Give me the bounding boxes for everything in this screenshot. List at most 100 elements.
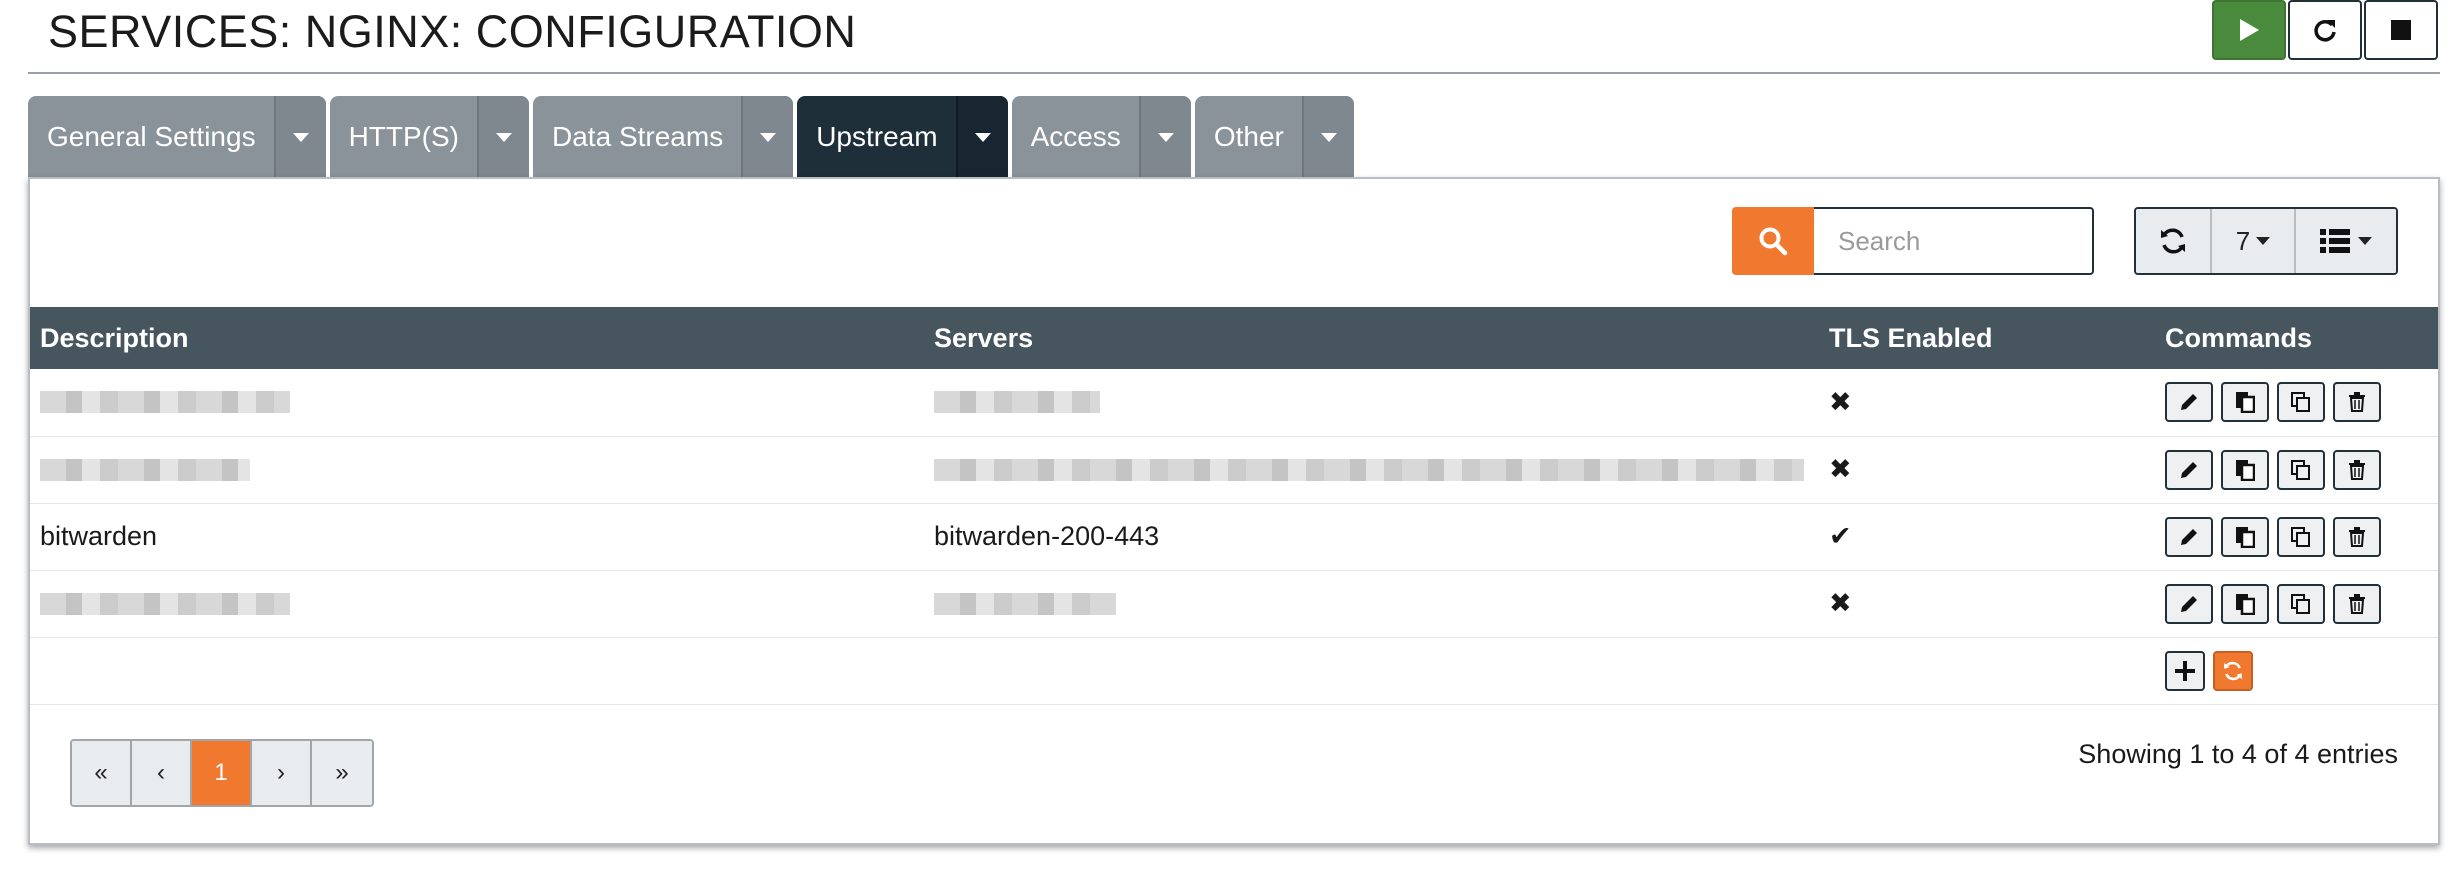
- start-service-button[interactable]: [2212, 0, 2286, 60]
- cell-servers: [924, 436, 1819, 503]
- trash-icon: [2349, 526, 2365, 547]
- copy-icon: [2291, 459, 2310, 480]
- delete-button[interactable]: [2333, 449, 2381, 490]
- tab-general-settings[interactable]: General Settings: [28, 96, 326, 178]
- pencil-icon: [2181, 394, 2197, 411]
- tab-other[interactable]: Other: [1194, 96, 1354, 178]
- refresh-button[interactable]: [2136, 209, 2212, 273]
- clone-button[interactable]: [2221, 382, 2269, 423]
- empty-cell: [924, 637, 1819, 704]
- paste-icon: [2236, 526, 2255, 548]
- cell-description: bitwarden: [40, 521, 158, 551]
- refresh-icon: [2224, 661, 2242, 680]
- table-row[interactable]: ✖: [30, 570, 2438, 637]
- trash-icon: [2349, 459, 2365, 480]
- cell-table-actions: [2155, 637, 2438, 704]
- tab-dropdown-toggle[interactable]: [955, 96, 1008, 178]
- search-button[interactable]: [1732, 207, 1814, 275]
- page-title: SERVICES: NGINX: CONFIGURATION: [48, 6, 857, 57]
- column-header-tls-enabled[interactable]: TLS Enabled: [1819, 307, 2155, 369]
- tab-label: Access: [1030, 121, 1121, 152]
- paste-icon: [2236, 459, 2255, 481]
- empty-cell: [1819, 637, 2155, 704]
- search-input[interactable]: [1814, 207, 2094, 275]
- rows-per-page-dropdown[interactable]: 7: [2212, 209, 2296, 273]
- refresh-icon: [2161, 228, 2185, 254]
- upstream-table: Description Servers TLS Enabled Commands…: [30, 307, 2438, 705]
- cell-commands: [2155, 369, 2438, 436]
- caret-down-icon: [760, 132, 777, 142]
- add-button[interactable]: [2165, 650, 2205, 691]
- redacted-text: [934, 391, 1100, 414]
- delete-button[interactable]: [2333, 583, 2381, 624]
- tab-dropdown-toggle[interactable]: [477, 96, 530, 178]
- delete-button[interactable]: [2333, 516, 2381, 557]
- clone-button[interactable]: [2221, 449, 2269, 490]
- pagination: « ‹ 1 › »: [70, 739, 374, 807]
- tab-dropdown-toggle[interactable]: [1138, 96, 1191, 178]
- cell-description: [30, 369, 924, 436]
- caret-down-icon: [974, 132, 991, 142]
- tab-dropdown-toggle[interactable]: [273, 96, 326, 178]
- cell-commands: [2155, 570, 2438, 637]
- copy-icon: [2291, 392, 2310, 413]
- clone-button[interactable]: [2221, 516, 2269, 557]
- column-header-servers[interactable]: Servers: [924, 307, 1819, 369]
- delete-button[interactable]: [2333, 382, 2381, 423]
- cell-servers: [924, 369, 1819, 436]
- cell-description: [30, 570, 924, 637]
- column-header-description[interactable]: Description: [30, 307, 924, 369]
- stop-service-button[interactable]: [2364, 0, 2438, 60]
- edit-button[interactable]: [2165, 382, 2213, 423]
- edit-button[interactable]: [2165, 516, 2213, 557]
- tls-disabled-icon: ✖: [1829, 386, 1852, 417]
- copy-button[interactable]: [2277, 449, 2325, 490]
- stop-icon: [2391, 20, 2411, 40]
- tls-disabled-icon: ✖: [1829, 454, 1852, 484]
- copy-button[interactable]: [2277, 583, 2325, 624]
- table-footer-row: [30, 637, 2438, 704]
- cell-servers: [924, 570, 1819, 637]
- tab-access[interactable]: Access: [1011, 96, 1191, 178]
- table-row[interactable]: bitwarden bitwarden-200-443 ✔: [30, 503, 2438, 570]
- pencil-icon: [2181, 528, 2197, 545]
- edit-button[interactable]: [2165, 449, 2213, 490]
- service-controls: [2212, 0, 2438, 60]
- table-row[interactable]: ✖: [30, 436, 2438, 503]
- edit-button[interactable]: [2165, 583, 2213, 624]
- copy-button[interactable]: [2277, 382, 2325, 423]
- copy-icon: [2291, 593, 2310, 614]
- tab-data-streams[interactable]: Data Streams: [533, 96, 794, 178]
- clone-button[interactable]: [2221, 583, 2269, 624]
- tls-enabled-icon: ✔: [1829, 521, 1852, 551]
- copy-icon: [2291, 526, 2310, 547]
- first-page-button[interactable]: «: [72, 741, 132, 805]
- pencil-icon: [2181, 595, 2197, 612]
- columns-dropdown[interactable]: [2296, 209, 2396, 273]
- tab-dropdown-toggle[interactable]: [741, 96, 794, 178]
- caret-down-icon: [292, 132, 309, 142]
- tab-dropdown-toggle[interactable]: [1301, 96, 1354, 178]
- table-header-row: Description Servers TLS Enabled Commands: [30, 307, 2438, 369]
- grid-toolbar: 7: [2134, 207, 2398, 275]
- tab-label: Data Streams: [552, 121, 724, 152]
- paste-icon: [2236, 593, 2255, 615]
- current-page-button[interactable]: 1: [192, 741, 252, 805]
- tab-https[interactable]: HTTP(S): [329, 96, 530, 178]
- copy-button[interactable]: [2277, 516, 2325, 557]
- tab-bar: General Settings HTTP(S) Data Streams Up…: [28, 96, 1354, 178]
- table-row[interactable]: ✖: [30, 369, 2438, 436]
- previous-page-button[interactable]: ‹: [132, 741, 192, 805]
- redacted-text: [40, 592, 290, 615]
- last-page-button[interactable]: »: [312, 741, 372, 805]
- plus-icon: [2175, 660, 2195, 681]
- entries-info: Showing 1 to 4 of 4 entries: [2078, 739, 2398, 769]
- redacted-text: [40, 391, 290, 414]
- restart-service-button[interactable]: [2288, 0, 2362, 60]
- next-page-button[interactable]: ›: [252, 741, 312, 805]
- reconfigure-button[interactable]: [2213, 650, 2253, 691]
- upstream-panel: 7 Description Servers TLS Enabled Comman…: [28, 177, 2440, 845]
- cell-commands: [2155, 436, 2438, 503]
- tab-upstream[interactable]: Upstream: [797, 96, 1008, 178]
- list-icon: [2320, 229, 2350, 253]
